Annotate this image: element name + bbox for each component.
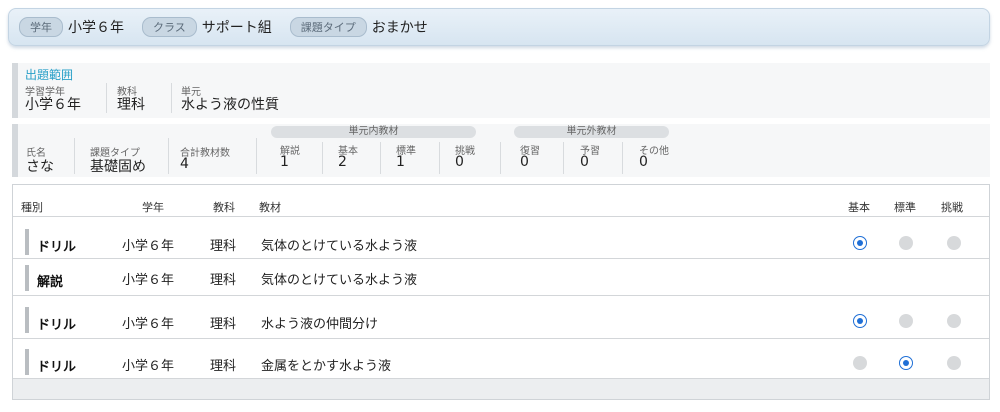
header-subject: 教科 [213, 201, 235, 214]
row-kind: 解説 [37, 275, 64, 290]
summary-col-value: 0 [639, 154, 648, 170]
row-subject: 理科 [210, 273, 237, 288]
class-value: サポート組 [201, 20, 272, 36]
row-material: 気体のとけている水よう液 [261, 239, 418, 254]
scope-subject-value: 理科 [117, 97, 145, 113]
row-material: 気体のとけている水よう液 [261, 273, 418, 288]
table-header: 種別 学年 教科 教材 基本 標準 挑戦 [13, 199, 989, 217]
divider [439, 142, 440, 174]
out-unit-group-label: 単元外教材 [514, 126, 669, 138]
level-basic-radio[interactable] [853, 314, 867, 328]
row-material: 水よう液の仲間分け [261, 317, 379, 332]
divider [322, 142, 323, 174]
header-basic: 基本 [848, 201, 870, 214]
row-kind: ドリル [37, 360, 77, 375]
row-subject: 理科 [210, 239, 237, 254]
table-footer [13, 378, 989, 399]
level-basic-radio[interactable] [853, 236, 867, 250]
row-grade: 小学６年 [122, 239, 175, 254]
table-row: ドリル 小学６年 理科 水よう液の仲間分け [13, 299, 989, 335]
row-kind: ドリル [37, 318, 77, 333]
summary-col-value: 0 [455, 154, 464, 170]
summary-col-value: 0 [520, 154, 529, 170]
row-kind: ドリル [37, 240, 77, 255]
summary-col-value: 1 [396, 154, 405, 170]
divider [256, 138, 257, 174]
level-standard-radio[interactable] [899, 356, 913, 370]
row-marker [25, 265, 29, 291]
divider [168, 138, 169, 174]
summary-col-value: 1 [280, 154, 289, 170]
divider [380, 142, 381, 174]
task-type-value: おまかせ [371, 20, 428, 36]
header-grade: 学年 [142, 201, 164, 214]
row-grade: 小学６年 [122, 317, 175, 332]
table-row: 解説 小学６年 理科 気体のとけている水よう液 [13, 259, 989, 295]
task-type-summary-value: 基礎固め [90, 159, 146, 175]
filter-bar: 学年 小学６年 クラス サポート組 課題タイプ おまかせ [8, 8, 990, 46]
level-challenge-radio[interactable] [947, 236, 961, 250]
row-divider [13, 295, 989, 296]
level-challenge-radio[interactable] [947, 356, 961, 370]
header-kind: 種別 [21, 201, 43, 214]
level-standard-radio[interactable] [899, 314, 913, 328]
summary-col-value: 0 [580, 154, 589, 170]
grade-value: 小学６年 [68, 20, 124, 36]
header-material: 教材 [259, 201, 281, 214]
row-divider [13, 338, 989, 339]
divider [622, 142, 623, 174]
row-grade: 小学６年 [122, 359, 175, 374]
scope-section: 出題範囲 学習学年 小学６年 教科 理科 単元 水よう液の性質 [12, 63, 990, 118]
header-divider [13, 216, 989, 217]
row-marker [25, 349, 29, 375]
level-standard-radio[interactable] [899, 236, 913, 250]
class-tag: クラス [142, 17, 197, 37]
table-row: ドリル 小学６年 理科 気体のとけている水よう液 [13, 221, 989, 257]
divider [500, 142, 501, 174]
student-name-value: さな [26, 159, 54, 175]
scope-grade-value: 小学６年 [25, 97, 81, 113]
divider [171, 83, 172, 113]
row-marker [25, 307, 29, 333]
header-standard: 標準 [894, 201, 916, 214]
scope-title: 出題範囲 [25, 68, 74, 82]
task-type-tag: 課題タイプ [289, 17, 367, 37]
table-row: ドリル 小学６年 理科 金属をとかす水よう液 [13, 341, 989, 377]
scope-unit-value: 水よう液の性質 [181, 97, 279, 113]
total-value: 4 [180, 156, 189, 172]
row-subject: 理科 [210, 317, 237, 332]
row-subject: 理科 [210, 359, 237, 374]
divider [106, 83, 107, 113]
header-challenge: 挑戦 [941, 201, 963, 214]
row-marker [25, 229, 29, 255]
summary-section: 氏名 さな 課題タイプ 基礎固め 合計教材数 4 単元内教材 単元外教材 解説 … [12, 124, 990, 177]
grade-tag: 学年 [19, 17, 63, 37]
row-grade: 小学６年 [122, 273, 175, 288]
in-unit-group-label: 単元内教材 [271, 126, 476, 138]
level-basic-radio[interactable] [853, 356, 867, 370]
divider [563, 142, 564, 174]
material-table: 種別 学年 教科 教材 基本 標準 挑戦 ドリル 小学６年 理科 気体のとけてい… [12, 184, 990, 400]
level-challenge-radio[interactable] [947, 314, 961, 328]
row-material: 金属をとかす水よう液 [261, 359, 392, 374]
divider [74, 138, 75, 174]
summary-col-value: 2 [338, 154, 347, 170]
